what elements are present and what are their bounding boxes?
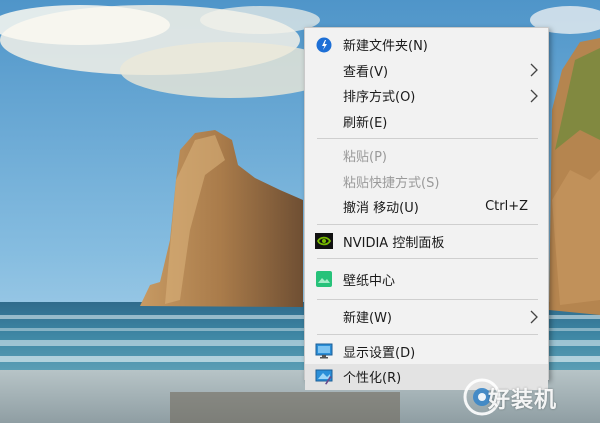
menu-item-label: 粘贴(P)	[343, 150, 387, 166]
menu-item-label: 撤消 移动(U)	[343, 201, 419, 217]
menu-separator	[317, 258, 538, 259]
menu-item-label: NVIDIA 控制面板	[343, 235, 445, 251]
menu-item-label: 壁纸中心	[343, 273, 396, 289]
menu-separator	[317, 223, 538, 225]
menu-item-label: 查看(V)	[343, 64, 389, 80]
menu-item-sort[interactable]: 排序方式(O)	[305, 83, 548, 109]
chevron-right-icon	[530, 89, 538, 103]
chevron-right-icon	[530, 310, 538, 324]
wallpaper-icon	[315, 270, 333, 288]
menu-item-view[interactable]: 查看(V)	[305, 58, 548, 84]
menu-item-label: 排序方式(O)	[343, 90, 416, 106]
display-icon	[315, 342, 333, 360]
menu-item-undo-move[interactable]: 撤消 移动(U) Ctrl+Z	[305, 194, 548, 220]
menu-item-new[interactable]: 新建(W)	[305, 304, 548, 330]
new-folder-icon	[315, 36, 333, 54]
menu-item-wallpaper-center[interactable]: 壁纸中心	[305, 263, 548, 295]
menu-item-label: 新建(W)	[343, 311, 392, 327]
menu-item-label: 新建文件夹(N)	[343, 39, 428, 55]
menu-item-refresh[interactable]: 刷新(E)	[305, 109, 548, 135]
chevron-right-icon	[530, 63, 538, 77]
menu-item-nvidia[interactable]: NVIDIA 控制面板	[305, 229, 548, 255]
nvidia-icon	[315, 232, 333, 250]
menu-item-paste: 粘贴(P)	[305, 143, 548, 169]
menu-separator	[317, 138, 538, 139]
menu-item-new-folder[interactable]: 新建文件夹(N)	[305, 32, 548, 58]
personalize-icon	[315, 368, 333, 386]
menu-item-paste-shortcut: 粘贴快捷方式(S)	[305, 169, 548, 195]
menu-item-label: 个性化(R)	[343, 371, 402, 387]
menu-item-label: 粘贴快捷方式(S)	[343, 175, 440, 191]
menu-item-label: 显示设置(D)	[343, 345, 416, 361]
menu-separator	[317, 333, 538, 335]
shortcut-text: Ctrl+Z	[485, 199, 528, 215]
menu-item-label: 刷新(E)	[343, 115, 388, 131]
desktop-context-menu: 新建文件夹(N) 查看(V) 排序方式(O) 刷新(E) 粘贴(P) 粘贴快捷方…	[304, 27, 549, 390]
menu-separator	[317, 299, 538, 300]
menu-item-display-settings[interactable]: 显示设置(D)	[305, 339, 548, 365]
watermark-text: 好装机	[488, 388, 558, 413]
